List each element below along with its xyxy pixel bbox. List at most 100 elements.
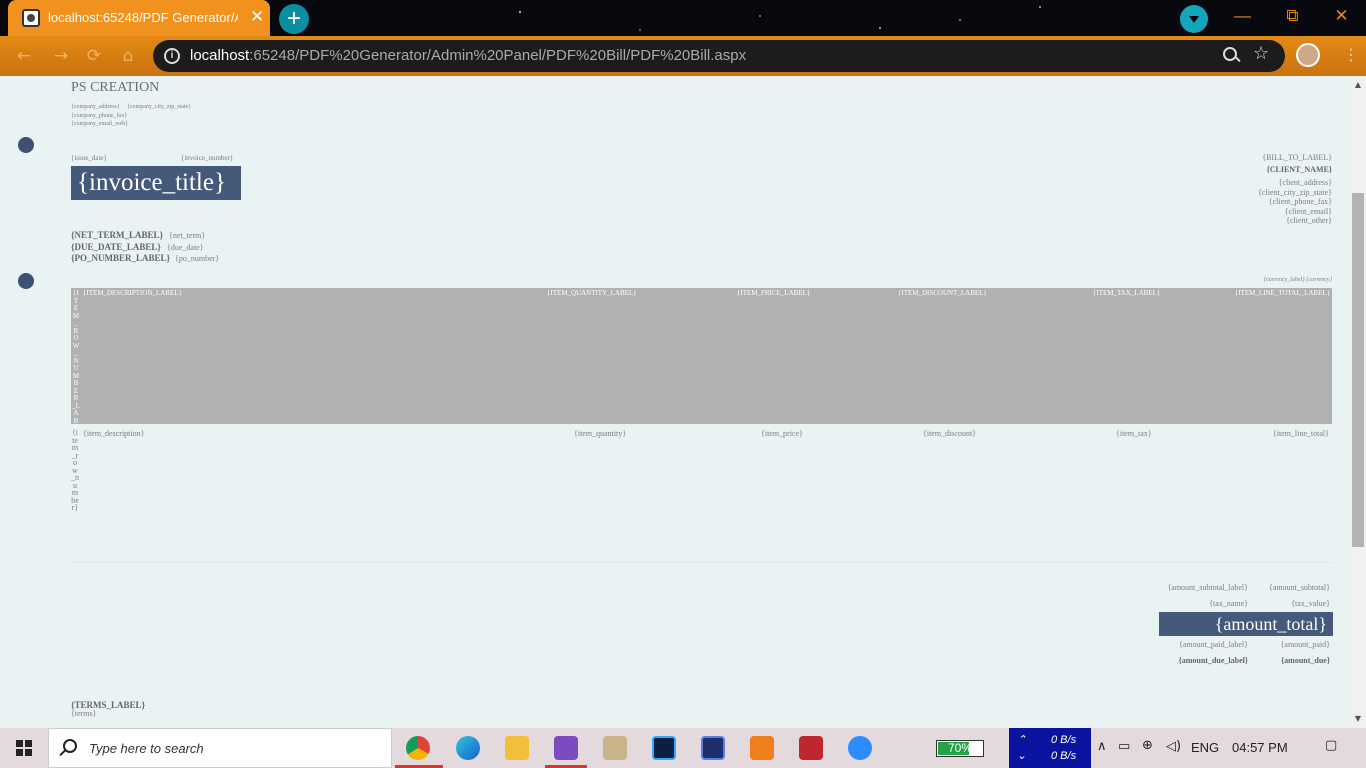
sublime-text-icon[interactable] [750, 736, 774, 760]
browser-tab[interactable]: localhost:65248/PDF Generator/A ✕ [8, 0, 270, 36]
file-explorer-icon[interactable] [505, 736, 529, 760]
client-email: {client_email} [1284, 207, 1332, 216]
currency: {currency_label} {currency} [1263, 277, 1332, 283]
section-bullet [18, 273, 34, 289]
system-clock[interactable]: 04:57 PM [1232, 740, 1288, 755]
visual-studio-icon[interactable] [554, 736, 578, 760]
amount-subtotal-label: {amount_subtotal_label} [1167, 583, 1248, 592]
client-other: {client_other} [1286, 216, 1332, 225]
battery-label: 70% [947, 741, 973, 755]
chrome-icon[interactable] [406, 736, 430, 760]
company-phone: {company_phone_fax} [71, 113, 128, 119]
profile-avatar[interactable] [1296, 43, 1320, 67]
browser-titlebar: localhost:65248/PDF Generator/A ✕ + — ⧉ … [0, 0, 1366, 36]
terms: {terms} [71, 709, 97, 718]
globe-network-icon[interactable]: ⊕ [1142, 738, 1153, 753]
forward-icon[interactable]: → [49, 44, 73, 68]
item-tax: {item_tax} [1116, 429, 1152, 438]
reload-icon[interactable]: ⟳ [82, 44, 106, 68]
company-email: {company_email_web} [71, 121, 129, 127]
client-address: {client_address} [1278, 178, 1332, 187]
item-price: {item_price} [761, 429, 803, 438]
upload-speed: 0 B/s [1051, 734, 1077, 746]
item-discount: {item_discount} [923, 429, 977, 438]
browser-menu-icon[interactable]: ⋮ [1343, 45, 1359, 65]
zoom-icon[interactable] [1221, 45, 1243, 67]
client-city: {client_city_zip_state} [1258, 188, 1332, 197]
item-quantity: {item_quantity} [574, 429, 627, 438]
back-icon[interactable]: ← [12, 44, 36, 68]
new-tab-button[interactable]: + [279, 4, 309, 34]
language-indicator[interactable]: ENG [1191, 740, 1219, 755]
header-price: {ITEM_PRICE_LABEL} [737, 289, 811, 297]
search-placeholder: Type here to search [89, 741, 204, 756]
restore-button[interactable]: ⧉ [1268, 0, 1317, 34]
company-address: {company_address} [71, 104, 120, 110]
header-tax: {ITEM_TAX_LABEL} [1093, 289, 1161, 297]
net-term: {net_term} [169, 231, 206, 240]
tray-overflow-icon[interactable]: ∧ [1097, 739, 1107, 754]
amount-due: {amount_due} [1281, 656, 1330, 665]
power-icon[interactable]: ▭ [1118, 739, 1130, 754]
company-name: PS CREATION [71, 80, 160, 95]
due-date: {due_date} [167, 243, 204, 252]
scroll-up-arrow-icon[interactable]: ▲ [1352, 80, 1364, 89]
client-phone: {client_phone_fax} [1268, 197, 1332, 206]
network-speed-widget[interactable]: ⌃ 0 B/s ⌄ 0 B/s [1009, 728, 1091, 768]
amount-due-label: {amount_due_label} [1178, 656, 1248, 665]
table-divider [71, 562, 1332, 563]
item-row-number: {item_row_number} [71, 428, 79, 512]
taskbar: Type here to search [0, 728, 1366, 768]
site-info-icon[interactable]: i [164, 48, 180, 64]
notifications-icon[interactable]: ▢ [1325, 738, 1337, 753]
amount-paid-label: {amount_paid_label} [1179, 640, 1248, 649]
bill-to-label: {BILL_TO_LABEL} [1262, 153, 1332, 162]
net-term-label: {NET_TERM_LABEL} [71, 230, 164, 240]
amount-total: {amount_total} [1159, 612, 1333, 636]
volume-icon[interactable]: ◁) [1166, 739, 1181, 754]
item-description: {item_description} [83, 429, 145, 438]
po-number: {po_number} [175, 254, 220, 263]
edge-icon[interactable] [456, 736, 480, 760]
home-icon[interactable]: ⌂ [116, 44, 140, 68]
section-bullet [18, 137, 34, 153]
browser-toolbar: ← → ⟳ ⌂ i localhost:65248/PDF%20Generato… [0, 36, 1366, 76]
po-number-label: {PO_NUMBER_LABEL} [71, 253, 171, 263]
zoom-app-icon[interactable] [848, 736, 872, 760]
tax-value: {tax_value} [1291, 599, 1330, 608]
tools-app-icon[interactable] [603, 736, 627, 760]
battery-indicator[interactable]: 70% [936, 740, 984, 757]
header-description: {ITEM_DESCRIPTION_LABEL} [83, 289, 182, 297]
amount-subtotal: {amount_subtotal} [1268, 583, 1330, 592]
close-window-button[interactable]: ✕ [1317, 0, 1366, 34]
client-name: {CLIENT_NAME} [1266, 165, 1332, 174]
invoice-title: {invoice_title} [71, 166, 241, 200]
header-quantity: {ITEM_QUANTITY_LABEL} [547, 289, 637, 297]
tab-close-icon[interactable]: ✕ [250, 8, 264, 26]
header-row-number: {ITEM_ROW_NUMBER_LABEL} [72, 289, 80, 440]
scroll-down-arrow-icon[interactable]: ▼ [1352, 714, 1364, 723]
due-date-label: {DUE_DATE_LABEL} [71, 242, 161, 252]
header-discount: {ITEM_DISCOUNT_LABEL} [898, 289, 987, 297]
photoshop-alt-icon[interactable] [701, 736, 725, 760]
tax-name: {tax_name} [1209, 599, 1248, 608]
item-line-total: {item_line_total} [1272, 429, 1329, 438]
minimize-button[interactable]: — [1218, 0, 1267, 34]
address-bar[interactable]: i localhost:65248/PDF%20Generator/Admin%… [153, 40, 1285, 72]
windows-start-icon[interactable] [16, 740, 32, 756]
scrollbar-thumb[interactable] [1352, 193, 1364, 547]
amount-paid: {amount_paid} [1280, 640, 1330, 649]
url-text[interactable]: localhost:65248/PDF%20Generator/Admin%20… [190, 47, 746, 64]
taskbar-search-box[interactable]: Type here to search [48, 728, 392, 768]
search-icon [63, 739, 77, 753]
photoshop-icon[interactable] [652, 736, 676, 760]
tab-title: localhost:65248/PDF Generator/A [48, 10, 238, 25]
company-city: {company_city_zip_state} [127, 104, 192, 110]
app-icon[interactable] [799, 736, 823, 760]
download-speed: 0 B/s [1051, 750, 1077, 762]
download-arrow-icon: ⌄ [1017, 750, 1027, 762]
bookmark-star-icon[interactable]: ☆ [1253, 43, 1269, 64]
extension-icon[interactable] [1180, 5, 1208, 33]
header-line-total: {ITEM_LINE_TOTAL_LABEL} [1234, 289, 1330, 297]
site-favicon-icon [22, 9, 40, 27]
